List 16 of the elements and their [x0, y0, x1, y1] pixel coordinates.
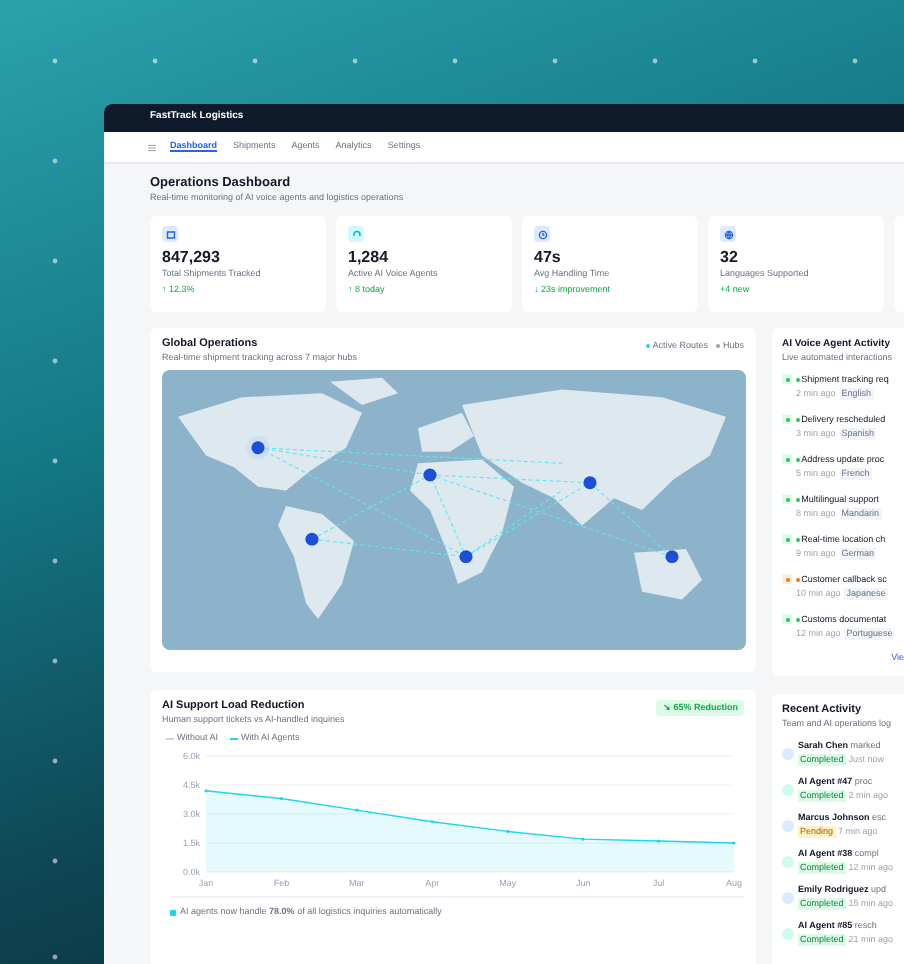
bot-avatar — [782, 783, 794, 795]
menu-icon[interactable] — [148, 143, 156, 151]
bot-avatar — [782, 855, 794, 867]
clock-icon — [534, 226, 550, 242]
bot-avatar — [782, 927, 794, 939]
phone-icon — [782, 574, 792, 584]
stat-value: 1,284 — [348, 248, 391, 266]
box-icon — [162, 226, 178, 242]
headset-icon — [348, 226, 364, 242]
stat-value: 32 — [720, 248, 740, 266]
globe-icon — [720, 226, 736, 242]
stat-value: 847,293 — [162, 248, 222, 266]
user-avatar — [782, 819, 794, 831]
stat-value: 47s — [534, 248, 563, 266]
user-avatar — [782, 891, 794, 903]
user-avatar — [782, 747, 794, 759]
